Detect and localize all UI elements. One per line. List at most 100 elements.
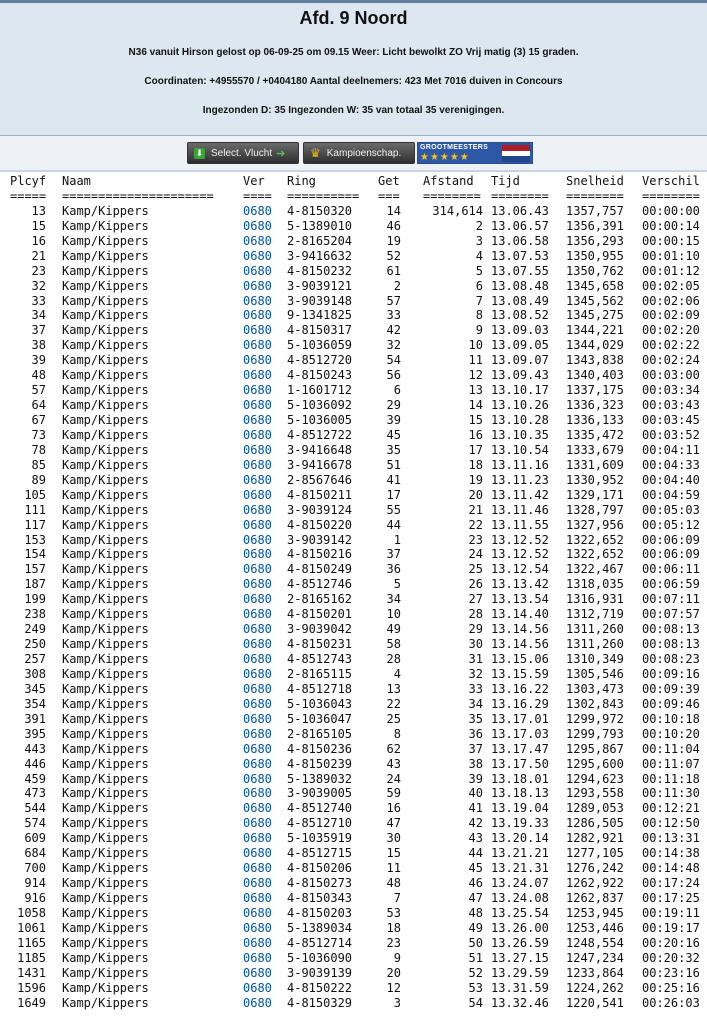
cell-ver-link[interactable]: 0680 [243, 458, 272, 473]
cell-ver-link[interactable]: 0680 [243, 981, 272, 996]
cell-afstand: 12 [468, 368, 483, 383]
cell-ring: 1-1601712 [287, 383, 353, 398]
cell-ver-link[interactable]: 0680 [243, 503, 272, 518]
cell-ver-link[interactable]: 0680 [243, 428, 272, 443]
cell-ver-link[interactable]: 0680 [243, 577, 272, 592]
table-row: 395 Kamp/Kippers 0680 2-8165105 8 36 13.17.03 1… [0, 727, 707, 742]
cell-ver-link[interactable]: 0680 [243, 742, 272, 757]
cell-afstand: 37 [468, 741, 483, 756]
cell-snelheid: 1299,793 [566, 726, 624, 741]
cell-ver-link[interactable]: 0680 [243, 219, 272, 234]
cell-ver-link[interactable]: 0680 [243, 667, 272, 682]
table-row: 354 Kamp/Kippers 0680 5-1036043 22 34 13.16.29… [0, 697, 707, 712]
cell-ver-link[interactable]: 0680 [243, 607, 272, 622]
cell-naam: Kamp/Kippers [62, 577, 149, 592]
cell-ver-link[interactable]: 0680 [243, 682, 272, 697]
cell-ver-link[interactable]: 0680 [243, 413, 272, 428]
cell-ver-link[interactable]: 0680 [243, 996, 272, 1011]
cell-plcyf: 473 [24, 786, 46, 801]
cell-verschil: 00:08:23 [642, 652, 700, 666]
table-row: 85 Kamp/Kippers 0680 3-9416678 51 18 13.11.16 1… [0, 458, 707, 473]
grootmeesters-badge[interactable]: GROOTMEESTERS ★★★★★ [417, 142, 533, 164]
cell-ver-link[interactable]: 0680 [243, 757, 272, 772]
cell-ver-link[interactable]: 0680 [243, 323, 272, 338]
cell-ver-link[interactable]: 0680 [243, 204, 272, 219]
cell-ver-link[interactable]: 0680 [243, 936, 272, 951]
cell-ring: 3-9416648 [287, 442, 353, 457]
cell-naam: Kamp/Kippers [62, 487, 149, 502]
cell-tijd: 13.32.46 [491, 995, 549, 1010]
cell-ver-link[interactable]: 0680 [243, 727, 272, 742]
cell-ver-link[interactable]: 0680 [243, 547, 272, 562]
cell-ver-link[interactable]: 0680 [243, 518, 272, 533]
cell-ver-link[interactable]: 0680 [243, 279, 272, 294]
cell-ver-link[interactable]: 0680 [243, 294, 272, 309]
cell-ver-link[interactable]: 0680 [243, 786, 272, 801]
cell-ring: 3-9039042 [287, 622, 353, 637]
cell-ver-link[interactable]: 0680 [243, 622, 272, 637]
cell-ver-link[interactable]: 0680 [243, 861, 272, 876]
cell-ver-link[interactable]: 0680 [243, 951, 272, 966]
cell-naam: Kamp/Kippers [62, 980, 149, 995]
cell-plcyf: 37 [31, 323, 46, 338]
select-vlucht-button[interactable]: ⬇ Select. Vlucht ➜ [187, 142, 299, 164]
cell-ver-link[interactable]: 0680 [243, 831, 272, 846]
cell-snelheid: 1253,446 [566, 920, 624, 935]
cell-ring: 3-9039142 [287, 532, 353, 547]
cell-tijd: 13.11.16 [491, 457, 549, 472]
cell-ver-link[interactable]: 0680 [243, 697, 272, 712]
cell-verschil: 00:10:20 [642, 726, 700, 741]
cell-ver-link[interactable]: 0680 [243, 368, 272, 383]
table-row: 916 Kamp/Kippers 0680 4-8150343 7 47 13.24.08 1… [0, 891, 707, 906]
cell-tijd: 13.24.07 [491, 876, 549, 891]
kampioenschap-button[interactable]: ♛ Kampioenschap. [303, 142, 415, 164]
cell-afstand: 40 [468, 786, 483, 801]
cell-ver-link[interactable]: 0680 [243, 234, 272, 249]
cell-ring: 4-8150243 [287, 368, 353, 383]
cell-ver-link[interactable]: 0680 [243, 772, 272, 787]
cell-ver-link[interactable]: 0680 [243, 353, 272, 368]
cell-ver-link[interactable]: 0680 [243, 443, 272, 458]
table-row: 157 Kamp/Kippers 0680 4-8150249 36 25 13.12.54… [0, 562, 707, 577]
cell-ver-link[interactable]: 0680 [243, 816, 272, 831]
cell-ver-link[interactable]: 0680 [243, 966, 272, 981]
table-row: 544 Kamp/Kippers 0680 4-8512740 16 41 13.19.04… [0, 801, 707, 816]
cell-ver-link[interactable]: 0680 [243, 637, 272, 652]
cell-afstand: 24 [468, 547, 483, 562]
cell-verschil: 00:11:30 [642, 786, 700, 801]
cell-ver-link[interactable]: 0680 [243, 398, 272, 413]
table-row: 64 Kamp/Kippers 0680 5-1036092 29 14 13.10.26 1… [0, 398, 707, 413]
table-row: 15 Kamp/Kippers 0680 5-1389010 46 2 13.06.57 13… [0, 219, 707, 234]
cell-ver-link[interactable]: 0680 [243, 562, 272, 577]
cell-plcyf: 73 [31, 427, 46, 442]
cell-tijd: 13.06.58 [491, 233, 549, 248]
cell-ver-link[interactable]: 0680 [243, 801, 272, 816]
cell-get: 59 [386, 786, 401, 801]
cell-ver-link[interactable]: 0680 [243, 876, 272, 891]
cell-ver-link[interactable]: 0680 [243, 921, 272, 936]
cell-snelheid: 1356,293 [566, 233, 624, 248]
cell-naam: Kamp/Kippers [62, 681, 149, 696]
cell-ver-link[interactable]: 0680 [243, 712, 272, 727]
cell-ver-link[interactable]: 0680 [243, 473, 272, 488]
cell-ver-link[interactable]: 0680 [243, 308, 272, 323]
cell-tijd: 13.19.04 [491, 801, 549, 816]
results-header: Afd. 9 Noord N36 vanuit Hirson gelost op… [0, 3, 707, 136]
cell-snelheid: 1340,403 [566, 368, 624, 383]
cell-ver-link[interactable]: 0680 [243, 533, 272, 548]
cell-ver-link[interactable]: 0680 [243, 488, 272, 503]
cell-ver-link[interactable]: 0680 [243, 906, 272, 921]
cell-ver-link[interactable]: 0680 [243, 652, 272, 667]
cell-ver-link[interactable]: 0680 [243, 891, 272, 906]
cell-ring: 4-8150236 [287, 741, 353, 756]
cell-ver-link[interactable]: 0680 [243, 249, 272, 264]
cell-ver-link[interactable]: 0680 [243, 338, 272, 353]
table-row: 700 Kamp/Kippers 0680 4-8150206 11 45 13.21.31… [0, 861, 707, 876]
cell-ver-link[interactable]: 0680 [243, 264, 272, 279]
cell-ver-link[interactable]: 0680 [243, 592, 272, 607]
cell-get: 43 [386, 756, 401, 771]
cell-ver-link[interactable]: 0680 [243, 383, 272, 398]
cell-ver-link[interactable]: 0680 [243, 846, 272, 861]
cell-naam: Kamp/Kippers [62, 816, 149, 831]
table-row: 105 Kamp/Kippers 0680 4-8150211 17 20 13.11.42… [0, 488, 707, 503]
